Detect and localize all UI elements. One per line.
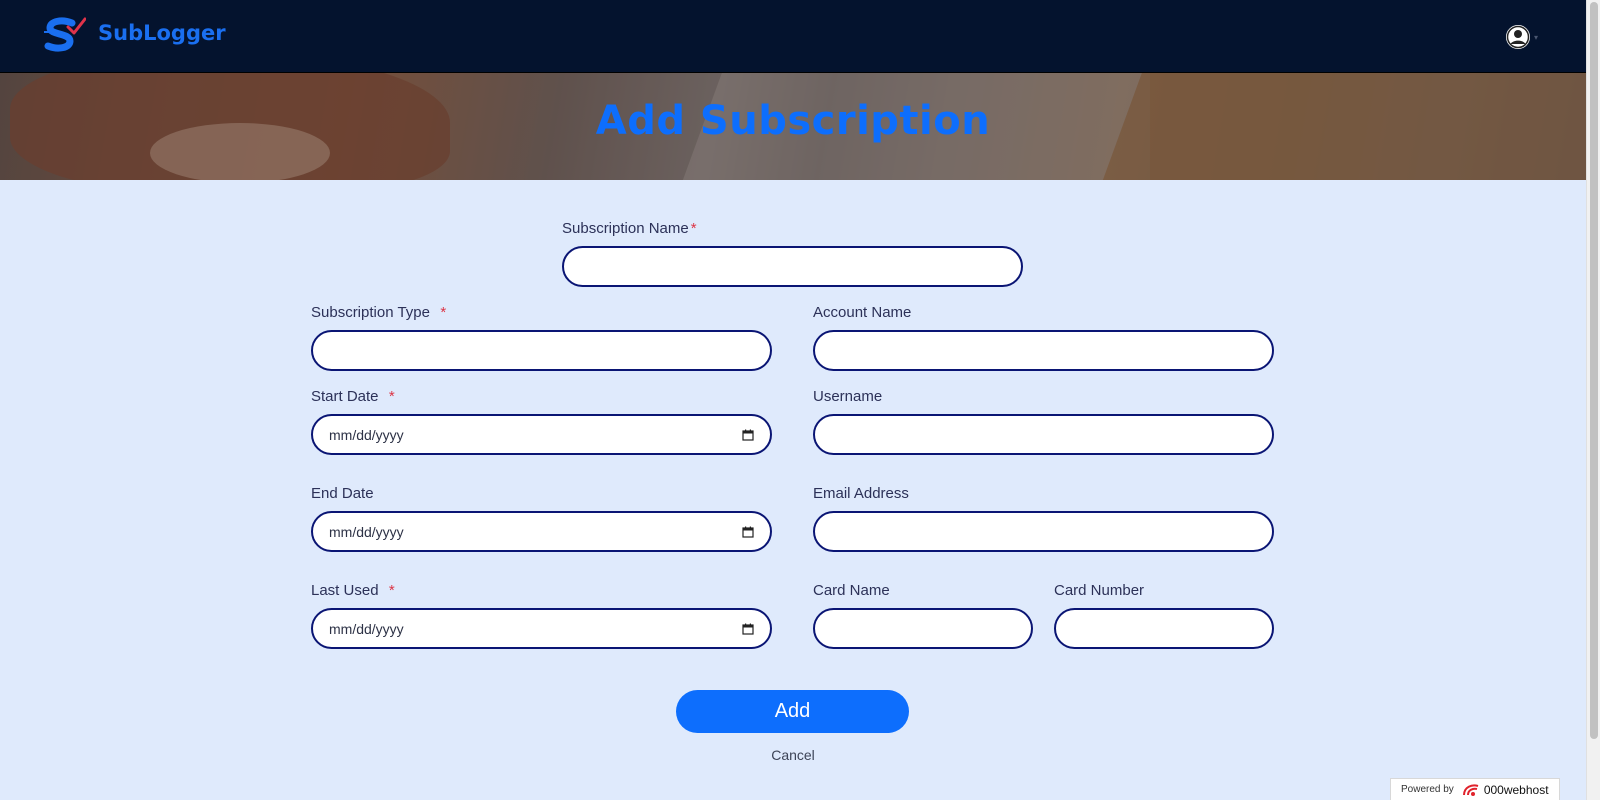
card-number-label: Card Number: [1054, 582, 1145, 599]
email-address-input[interactable]: [813, 511, 1274, 552]
cancel-link[interactable]: Cancel: [740, 747, 846, 763]
end-date-group: End Date mm/dd/yyyy: [311, 485, 772, 552]
subscription-name-group: Subscription Name *: [562, 220, 1023, 287]
page-scrollbar[interactable]: [1586, 0, 1600, 800]
start-date-label: Start Date *: [311, 388, 395, 405]
user-circle-icon: [1506, 25, 1530, 49]
username-group: Username: [813, 388, 1274, 455]
account-name-group: Account Name: [813, 304, 1274, 371]
navbar: SubLogger ▾: [0, 0, 1586, 73]
start-date-group: Start Date * mm/dd/yyyy: [311, 388, 772, 455]
powered-by-text: Powered by: [1401, 784, 1454, 795]
subscription-type-group: Subscription Type *: [311, 304, 772, 371]
start-date-placeholder: mm/dd/yyyy: [329, 426, 404, 443]
username-input[interactable]: [813, 414, 1274, 455]
calendar-icon[interactable]: [742, 429, 754, 441]
account-name-input[interactable]: [813, 330, 1274, 371]
card-number-input[interactable]: [1054, 608, 1274, 649]
hero-banner: Add Subscription: [0, 73, 1586, 180]
last-used-input[interactable]: mm/dd/yyyy: [311, 608, 772, 649]
last-used-placeholder: mm/dd/yyyy: [329, 620, 404, 637]
subscription-name-input[interactable]: [562, 246, 1023, 287]
brand-name[interactable]: SubLogger: [98, 21, 226, 45]
subscription-name-label: Subscription Name *: [562, 220, 697, 237]
account-name-label: Account Name: [813, 304, 912, 321]
username-label: Username: [813, 388, 883, 405]
subscription-type-label: Subscription Type *: [311, 304, 447, 321]
email-address-label: Email Address: [813, 485, 909, 502]
calendar-icon[interactable]: [742, 526, 754, 538]
scrollbar-thumb[interactable]: [1590, 2, 1598, 739]
000webhost-logo-icon: [1462, 783, 1479, 796]
card-name-label: Card Name: [813, 582, 890, 599]
calendar-icon[interactable]: [742, 623, 754, 635]
add-button[interactable]: Add: [676, 690, 909, 733]
host-name: 000webhost: [1483, 782, 1549, 797]
sublogger-logo-icon[interactable]: [42, 17, 86, 55]
powered-by-badge[interactable]: Powered by 000webhost: [1390, 778, 1560, 800]
end-date-label: End Date: [311, 485, 374, 502]
card-number-group: Card Number: [1054, 582, 1274, 649]
chevron-down-icon: ▾: [1534, 32, 1539, 42]
card-name-group: Card Name: [813, 582, 1033, 649]
start-date-input[interactable]: mm/dd/yyyy: [311, 414, 772, 455]
end-date-placeholder: mm/dd/yyyy: [329, 523, 404, 540]
page-title: Add Subscription: [595, 98, 991, 144]
card-name-input[interactable]: [813, 608, 1033, 649]
end-date-input[interactable]: mm/dd/yyyy: [311, 511, 772, 552]
subscription-type-input[interactable]: [311, 330, 772, 371]
last-used-label: Last Used *: [311, 582, 395, 599]
user-menu-toggle[interactable]: ▾: [1505, 23, 1545, 51]
last-used-group: Last Used * mm/dd/yyyy: [311, 582, 772, 649]
email-address-group: Email Address: [813, 485, 1274, 552]
